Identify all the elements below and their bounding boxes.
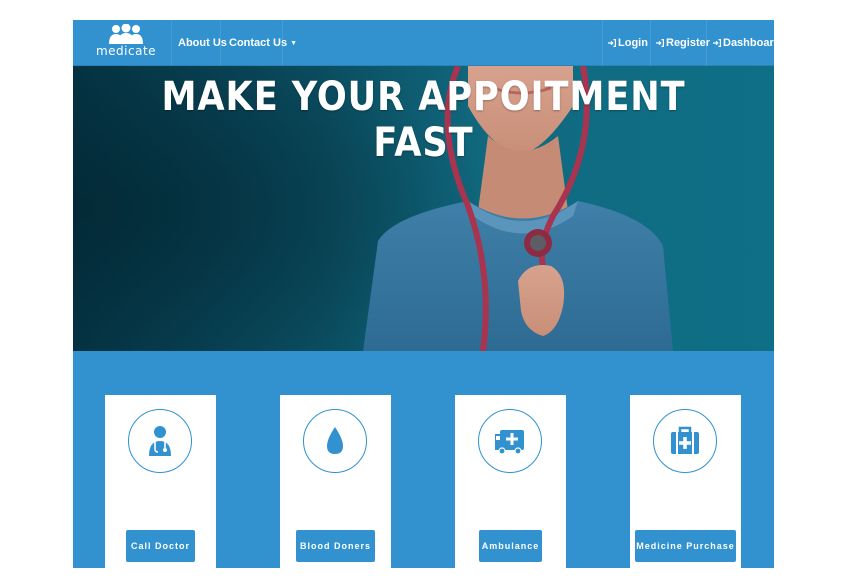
nav-divider — [171, 20, 172, 66]
nav-register[interactable]: Register — [656, 20, 710, 66]
login-icon — [608, 39, 616, 47]
service-card-medicine-purchase[interactable]: Medicine Purchase — [630, 395, 741, 568]
brand-logo[interactable]: medicate — [87, 24, 165, 62]
services-section: Call Doctor Blood Doners Ambulance Medic… — [73, 351, 774, 568]
ambulance-button[interactable]: Ambulance — [479, 530, 542, 562]
service-card-ambulance[interactable]: Ambulance — [455, 395, 566, 568]
ambulance-icon — [495, 430, 524, 455]
navbar: medicate About Us Contact Us ▼ Login Regi… — [73, 20, 774, 66]
login-icon — [713, 39, 721, 47]
service-icon-circle — [478, 409, 542, 473]
page: medicate About Us Contact Us ▼ Login Regi… — [73, 20, 774, 568]
nav-divider — [602, 20, 603, 66]
nav-divider — [706, 20, 707, 66]
service-icon-circle — [303, 409, 367, 473]
nav-contact-us[interactable]: Contact Us ▼ — [229, 20, 297, 66]
blood-doners-button[interactable]: Blood Doners — [296, 530, 375, 562]
nav-divider — [220, 20, 221, 66]
nav-login-label: Login — [618, 37, 648, 49]
hero-title: MAKE YOUR APPOITMENT FAST — [161, 74, 686, 166]
nav-register-label: Register — [666, 37, 711, 49]
nav-contact-label: Contact Us — [229, 37, 288, 49]
hero-banner: MAKE YOUR APPOITMENT FAST — [73, 66, 774, 351]
people-logo-icon — [109, 24, 143, 44]
call-doctor-button[interactable]: Call Doctor — [126, 530, 195, 562]
login-icon — [656, 39, 664, 47]
medicine-purchase-button[interactable]: Medicine Purchase — [635, 530, 736, 562]
service-card-call-doctor[interactable]: Call Doctor — [105, 395, 216, 568]
nav-dashboard[interactable]: Dashboard — [713, 20, 774, 66]
blood-drop-icon — [327, 427, 343, 454]
caret-down-icon: ▼ — [290, 40, 297, 47]
doctor-icon — [149, 426, 171, 456]
nav-divider — [650, 20, 651, 66]
service-card-blood-doners[interactable]: Blood Doners — [280, 395, 391, 568]
brand-name: medicate — [95, 44, 157, 58]
nav-divider — [282, 20, 283, 66]
service-icon-circle — [653, 409, 717, 473]
nav-dashboard-label: Dashboard — [723, 37, 774, 49]
nav-login[interactable]: Login — [608, 20, 648, 66]
first-aid-kit-icon — [671, 426, 699, 454]
service-icon-circle — [128, 409, 192, 473]
